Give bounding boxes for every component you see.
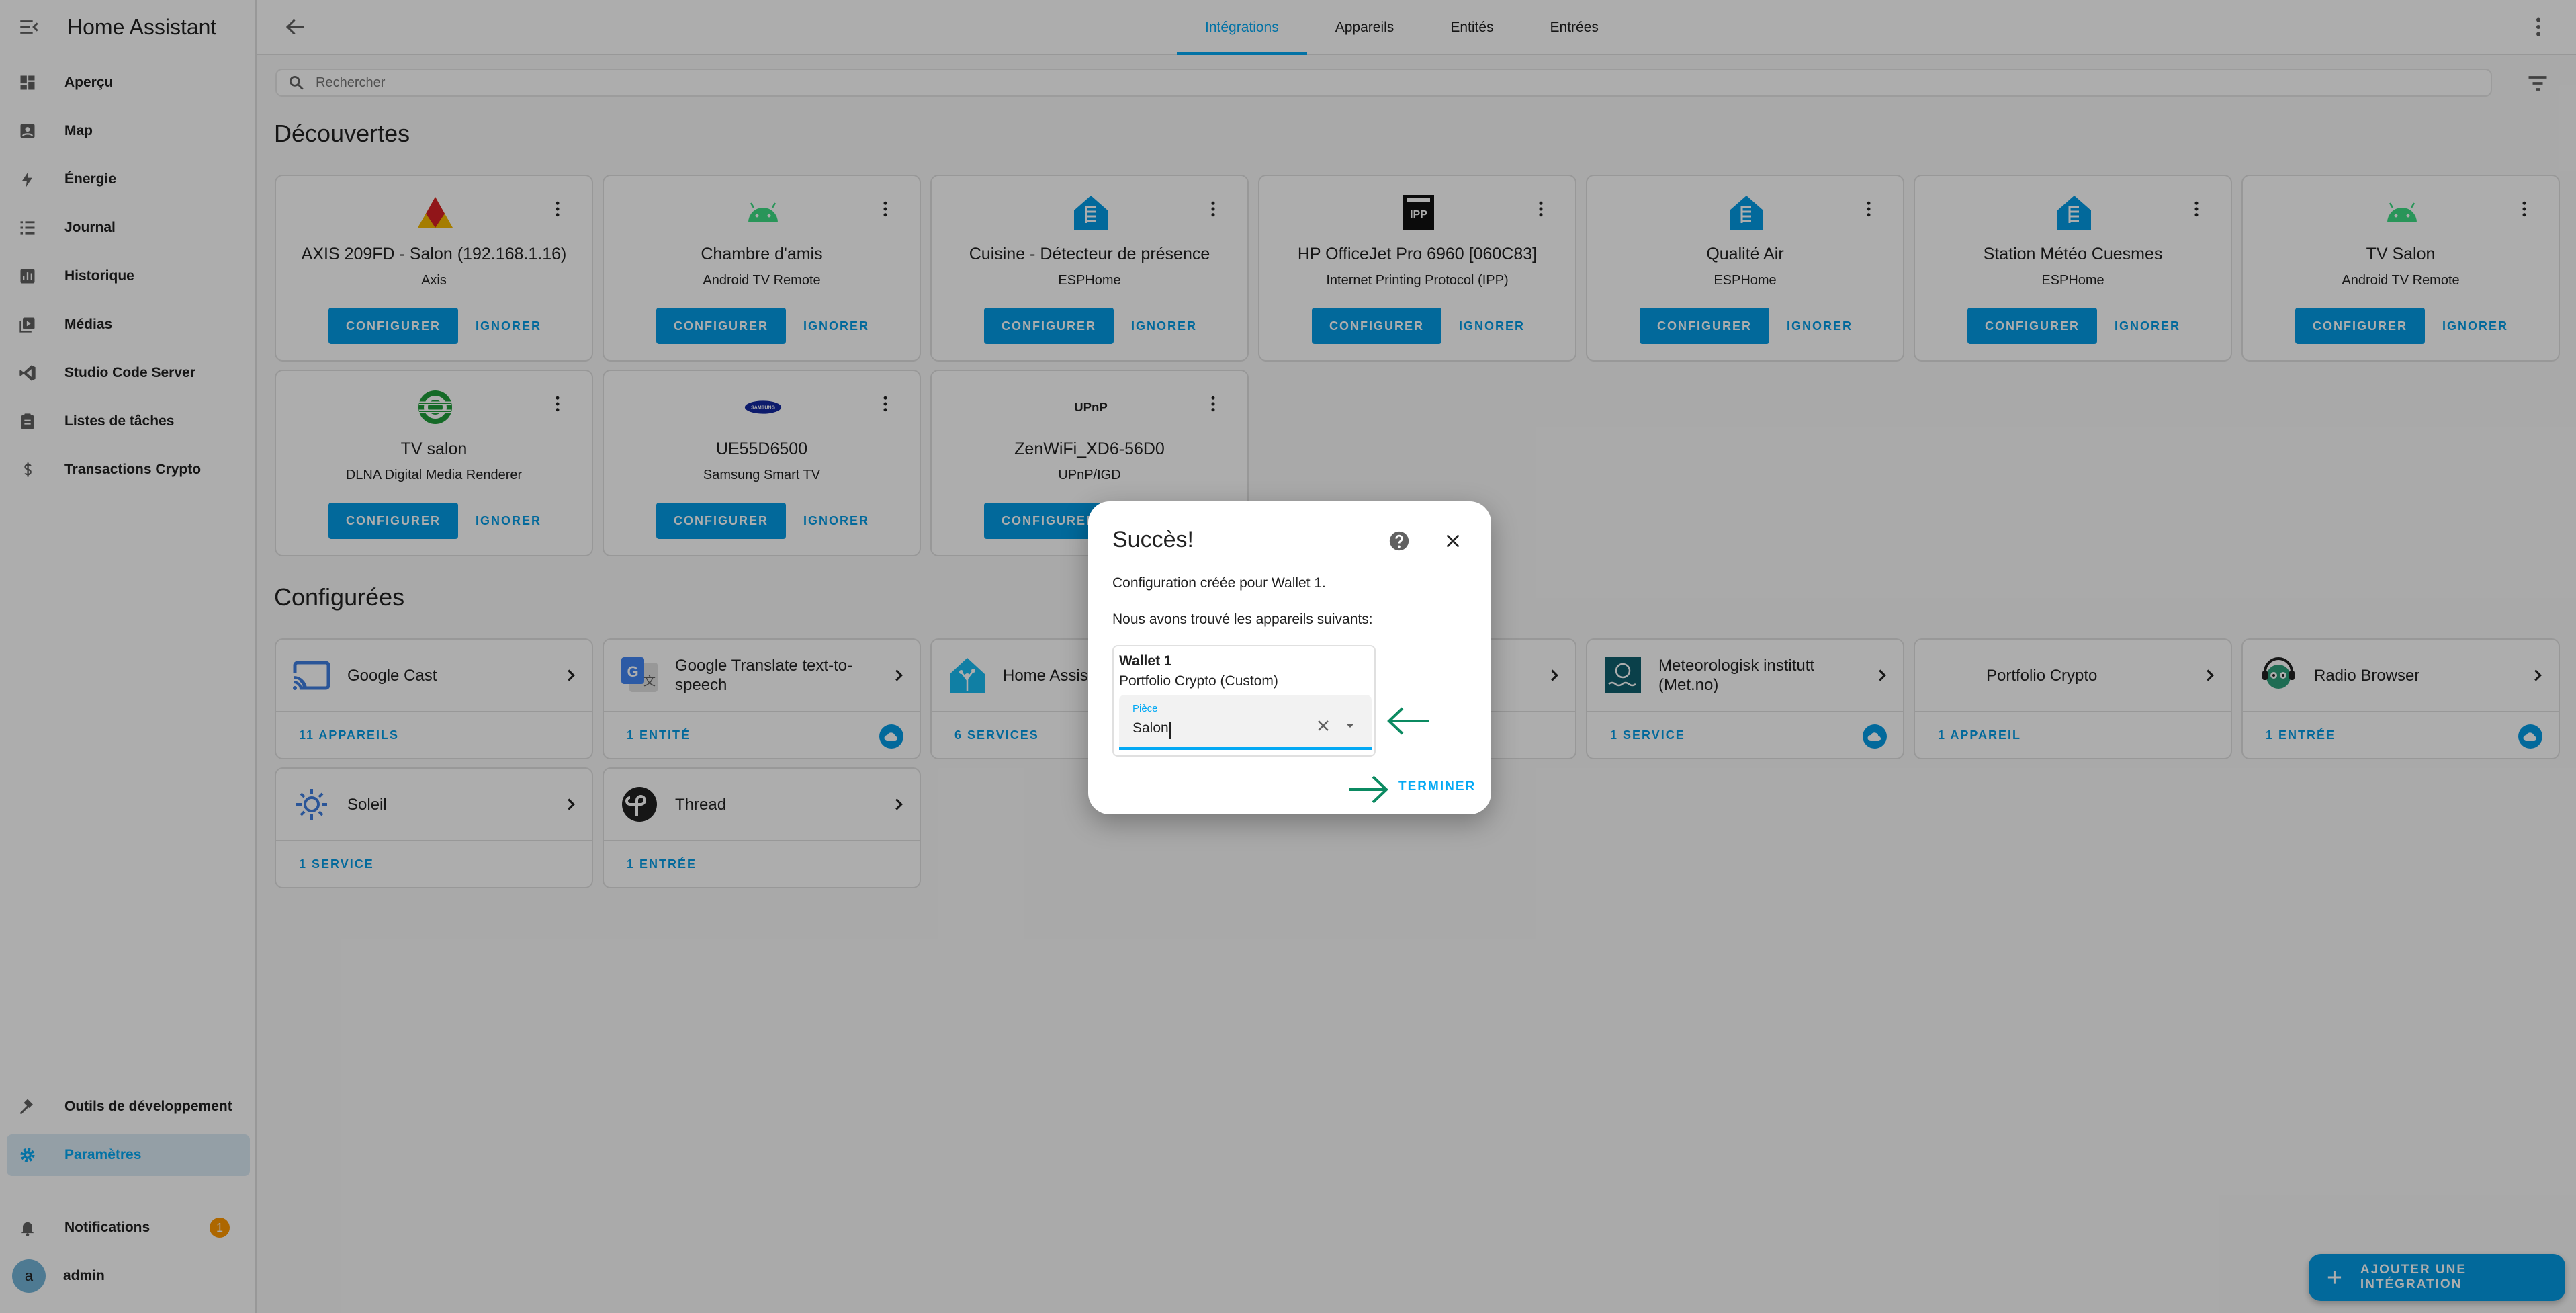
dialog-message: Configuration créée pour Wallet 1. [1112,575,1326,591]
app-root: Home Assistant Aperçu Map Énergie Journa… [0,0,2576,1313]
dialog-title: Succès! [1112,527,1194,552]
device-model: Portfolio Crypto (Custom) [1119,673,1278,689]
pointer-arrow-left-icon [1387,707,1429,735]
success-dialog: Succès! Configuration créée pour Wallet … [1088,501,1491,814]
help-icon[interactable] [1388,530,1411,552]
dropdown-arrow-icon[interactable] [1342,718,1358,734]
finish-button[interactable]: TERMINER [1398,779,1476,794]
dialog-devices-found: Nous avons trouvé les appareils suivants… [1112,611,1373,627]
clear-icon[interactable] [1314,716,1333,735]
text-caret [1169,722,1171,739]
pointer-arrow-right-icon [1349,775,1388,804]
area-select-label: Pièce [1132,703,1158,714]
device-name: Wallet 1 [1119,653,1172,669]
area-select[interactable]: Pièce Salon [1119,695,1372,750]
area-select-value: Salon [1132,720,1169,736]
close-icon[interactable] [1441,530,1464,552]
device-box: Wallet 1 Portfolio Crypto (Custom) Pièce… [1112,645,1376,757]
